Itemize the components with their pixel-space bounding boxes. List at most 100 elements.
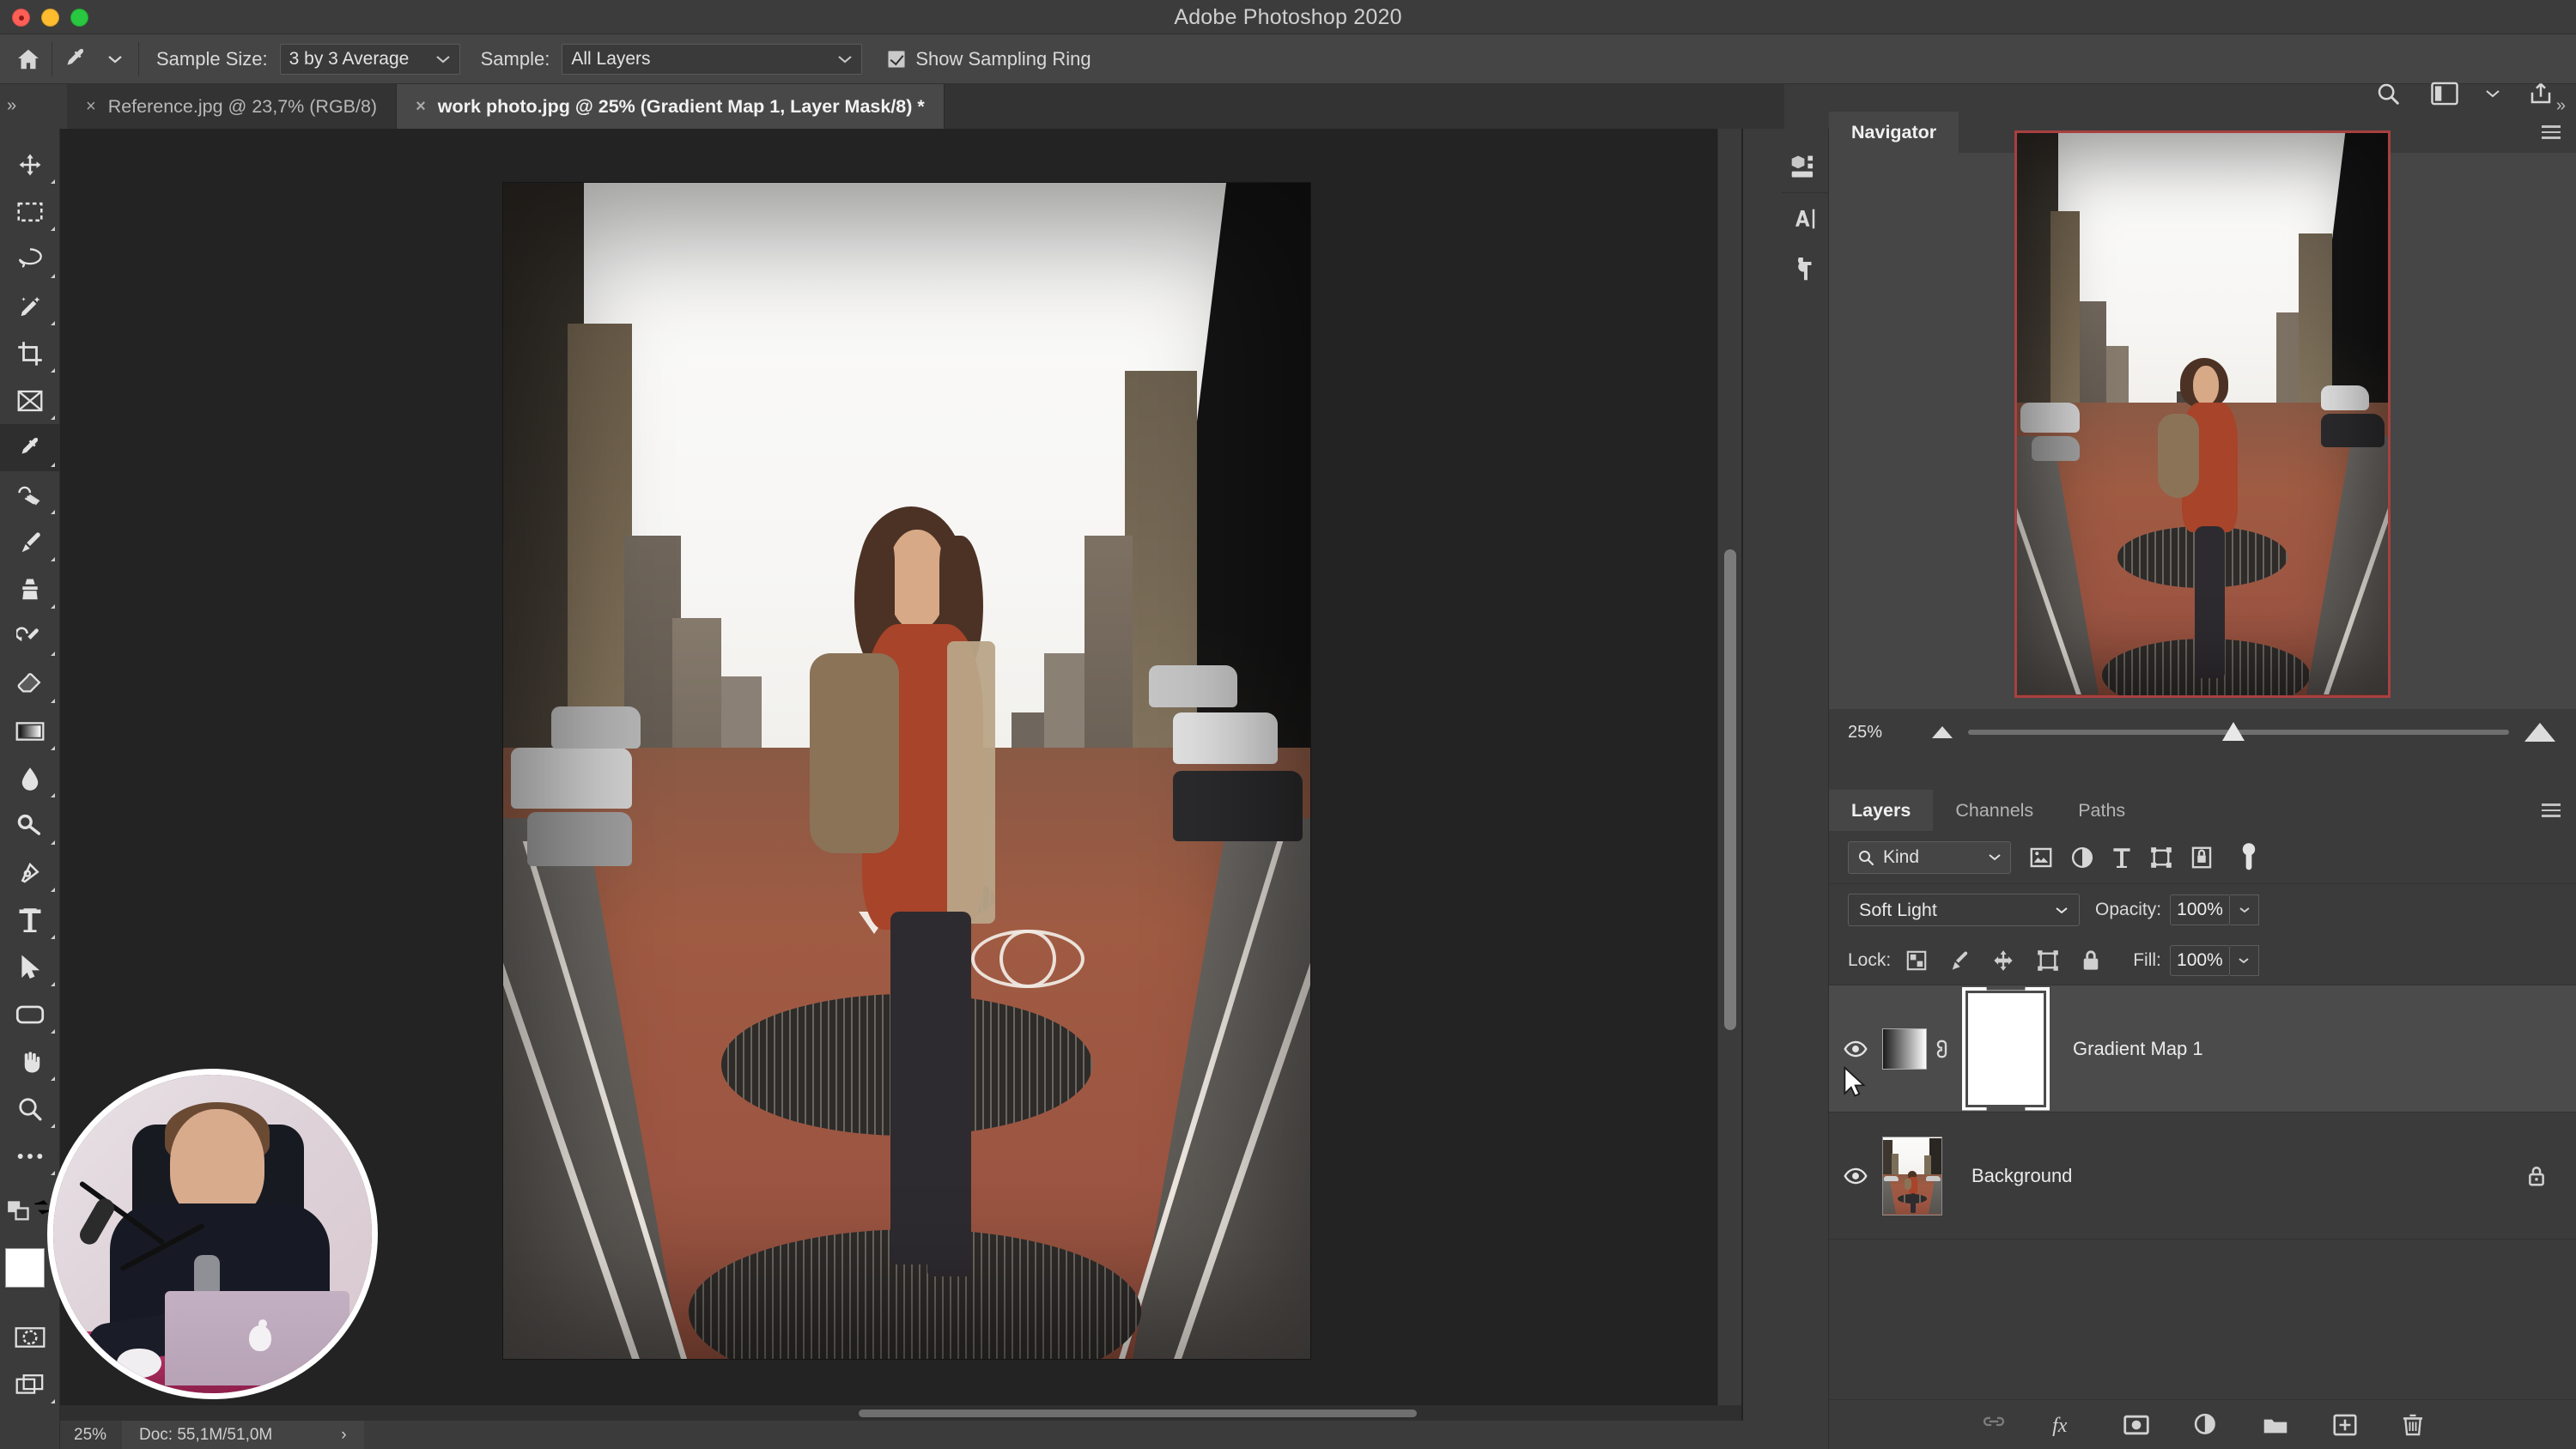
status-doc-size[interactable]: Doc: 55,1M/51,0M › bbox=[122, 1421, 364, 1449]
paragraph-icon[interactable] bbox=[1782, 245, 1829, 296]
rectangle-tool[interactable] bbox=[0, 991, 60, 1038]
navigator-panel-menu-icon[interactable] bbox=[2542, 112, 2576, 153]
navigator-preview-area[interactable] bbox=[1829, 130, 2576, 698]
gradient-map-thumbnail[interactable] bbox=[1882, 1028, 1927, 1070]
move-tool[interactable] bbox=[0, 141, 60, 188]
layer-kind-filter[interactable]: Kind bbox=[1848, 840, 2011, 874]
photoshop-window: Adobe Photoshop 2020 Sample Size: 3 by 3… bbox=[0, 0, 2576, 1449]
tab-navigator[interactable]: Navigator bbox=[1829, 112, 1959, 153]
table-row[interactable]: Gradient Map 1 bbox=[1829, 985, 2576, 1113]
rectangular-marquee-tool[interactable] bbox=[0, 188, 60, 235]
canvas-horizontal-scrollbar[interactable] bbox=[60, 1405, 1741, 1421]
tab-channels[interactable]: Channels bbox=[1933, 790, 2057, 831]
hand-tool[interactable] bbox=[0, 1038, 60, 1085]
lock-image-pixels-icon[interactable] bbox=[1949, 949, 1970, 972]
collapse-left-chevron-icon[interactable]: » bbox=[7, 96, 16, 116]
filter-toggle-icon[interactable] bbox=[2239, 842, 2258, 873]
show-sampling-ring-checkbox[interactable]: Show Sampling Ring bbox=[888, 48, 1091, 70]
photo-thumbnail[interactable] bbox=[1882, 1136, 1942, 1216]
navigator-thumbnail[interactable] bbox=[2014, 130, 2391, 698]
close-icon[interactable]: × bbox=[416, 97, 426, 117]
layer-filter-row: Kind bbox=[1829, 831, 2576, 884]
scrollbar-thumb[interactable] bbox=[1724, 549, 1736, 1030]
new-adjustment-layer-icon[interactable] bbox=[2194, 1413, 2218, 1437]
smart-object-icon[interactable] bbox=[2191, 846, 2212, 869]
document-tab-reference[interactable]: × Reference.jpg @ 23,7% (RGB/8) bbox=[67, 84, 398, 129]
eyedropper-tool[interactable] bbox=[0, 424, 60, 471]
search-icon[interactable] bbox=[2368, 74, 2408, 113]
opacity-value[interactable]: 100% bbox=[2170, 894, 2231, 925]
new-layer-icon[interactable] bbox=[2333, 1414, 2357, 1436]
tab-layers[interactable]: Layers bbox=[1829, 790, 1934, 831]
zoom-tool[interactable] bbox=[0, 1085, 60, 1132]
tool-preset-chevron-down-icon[interactable] bbox=[95, 39, 135, 79]
layer-name[interactable]: Background bbox=[1942, 1165, 2072, 1187]
tab-paths[interactable]: Paths bbox=[2056, 790, 2148, 831]
path-selection-tool[interactable] bbox=[0, 943, 60, 991]
share-icon[interactable] bbox=[2521, 74, 2561, 113]
navigator-zoom-value[interactable]: 25% bbox=[1829, 723, 1932, 743]
close-icon[interactable]: × bbox=[86, 97, 96, 117]
canvas-vertical-scrollbar[interactable] bbox=[1717, 129, 1741, 1421]
brush-tool[interactable] bbox=[0, 518, 60, 566]
history-brush-tool[interactable] bbox=[0, 613, 60, 660]
clone-stamp-tool[interactable] bbox=[0, 566, 60, 613]
sample-select[interactable]: All Layers bbox=[562, 43, 863, 75]
add-layer-mask-icon[interactable] bbox=[2123, 1414, 2149, 1436]
document-canvas[interactable] bbox=[503, 183, 1310, 1359]
3d-properties-icon[interactable] bbox=[1782, 141, 1829, 192]
frame-tool[interactable] bbox=[0, 377, 60, 424]
layer-visibility-toggle[interactable] bbox=[1829, 1040, 1882, 1058]
adjustment-layer-icon[interactable] bbox=[2071, 846, 2093, 869]
home-icon[interactable] bbox=[9, 39, 48, 79]
table-row[interactable]: Background bbox=[1829, 1113, 2576, 1240]
default-colors-icon[interactable] bbox=[7, 1200, 31, 1222]
lock-position-icon[interactable] bbox=[1992, 949, 2014, 972]
screen-mode-icon[interactable] bbox=[0, 1361, 60, 1408]
shape-layer-icon[interactable] bbox=[2150, 846, 2172, 869]
fill-stepper-chevron-down-icon[interactable] bbox=[2229, 944, 2259, 976]
eyedropper-icon[interactable] bbox=[56, 39, 95, 79]
crop-tool[interactable] bbox=[0, 330, 60, 377]
workspace-icon[interactable] bbox=[2425, 74, 2464, 113]
link-layers-icon[interactable] bbox=[1981, 1416, 2007, 1434]
blend-mode-select[interactable]: Soft Light bbox=[1848, 894, 2080, 926]
type-tool[interactable] bbox=[0, 896, 60, 943]
lock-all-icon[interactable] bbox=[2081, 949, 2100, 972]
opacity-stepper-chevron-down-icon[interactable] bbox=[2230, 894, 2260, 925]
lasso-tool[interactable] bbox=[0, 235, 60, 282]
sample-size-select[interactable]: 3 by 3 Average bbox=[279, 43, 460, 75]
edit-toolbar-tool[interactable] bbox=[0, 1132, 60, 1179]
object-selection-tool[interactable] bbox=[0, 282, 60, 330]
layer-visibility-toggle[interactable] bbox=[1829, 1167, 1882, 1185]
gradient-tool[interactable] bbox=[0, 707, 60, 755]
layer-style-fx-icon[interactable]: fx bbox=[2051, 1413, 2079, 1437]
scrollbar-thumb[interactable] bbox=[859, 1410, 1417, 1417]
delete-layer-icon[interactable] bbox=[2402, 1413, 2424, 1437]
dodge-tool[interactable] bbox=[0, 802, 60, 849]
new-group-icon[interactable] bbox=[2263, 1415, 2288, 1435]
eraser-tool[interactable] bbox=[0, 660, 60, 707]
pixel-layer-icon[interactable] bbox=[2030, 847, 2052, 868]
status-zoom-level[interactable]: 25% bbox=[60, 1426, 122, 1445]
lock-artboard-icon[interactable] bbox=[2037, 949, 2059, 972]
navigator-zoom-slider[interactable] bbox=[1968, 722, 2509, 741]
small-mountain-icon[interactable] bbox=[1932, 726, 1953, 738]
large-mountain-icon[interactable] bbox=[2524, 723, 2555, 742]
document-tab-work-photo[interactable]: × work photo.jpg @ 25% (Gradient Map 1, … bbox=[397, 84, 945, 129]
blur-tool[interactable] bbox=[0, 755, 60, 802]
navigator-zoom-slider-knob[interactable] bbox=[2222, 722, 2245, 741]
status-expand-chevron-icon[interactable]: › bbox=[341, 1426, 346, 1445]
lock-transparent-pixels-icon[interactable] bbox=[1906, 950, 1927, 971]
spot-healing-brush-tool[interactable] bbox=[0, 471, 60, 518]
link-icon[interactable] bbox=[1927, 1037, 1965, 1061]
workspace-chevron-down-icon[interactable] bbox=[2482, 74, 2504, 113]
character-icon[interactable] bbox=[1782, 193, 1829, 245]
fill-value[interactable]: 100% bbox=[2169, 944, 2230, 976]
layer-name[interactable]: Gradient Map 1 bbox=[2044, 1038, 2203, 1060]
foreground-color-swatch[interactable] bbox=[5, 1248, 45, 1288]
layers-panel-menu-icon[interactable] bbox=[2542, 790, 2576, 831]
pen-tool[interactable] bbox=[0, 849, 60, 896]
quick-mask-icon[interactable] bbox=[0, 1313, 60, 1361]
type-layer-icon[interactable] bbox=[2112, 847, 2131, 868]
